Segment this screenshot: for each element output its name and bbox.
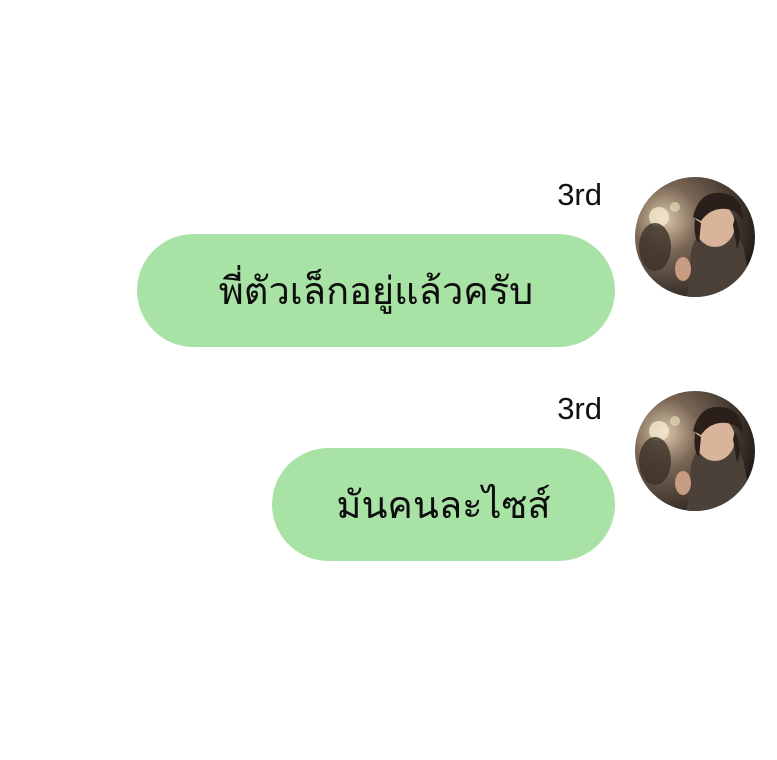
message-text: มันคนละไซส์ [336, 483, 551, 527]
sender-name: 3rd [557, 391, 602, 426]
avatar[interactable] [635, 391, 755, 511]
message-bubble[interactable]: มันคนละไซส์ [272, 448, 615, 561]
chat-thread: 3rd พี่ตัวเล็กอยู่แล้วครับ 3rd มันคนละไซ… [0, 0, 777, 760]
avatar[interactable] [635, 177, 755, 297]
sender-name: 3rd [557, 177, 602, 212]
user-avatar-photo-icon [635, 391, 755, 511]
user-avatar-photo-icon [635, 177, 755, 297]
message-bubble[interactable]: พี่ตัวเล็กอยู่แล้วครับ [137, 234, 615, 347]
message-text: พี่ตัวเล็กอยู่แล้วครับ [218, 269, 534, 313]
